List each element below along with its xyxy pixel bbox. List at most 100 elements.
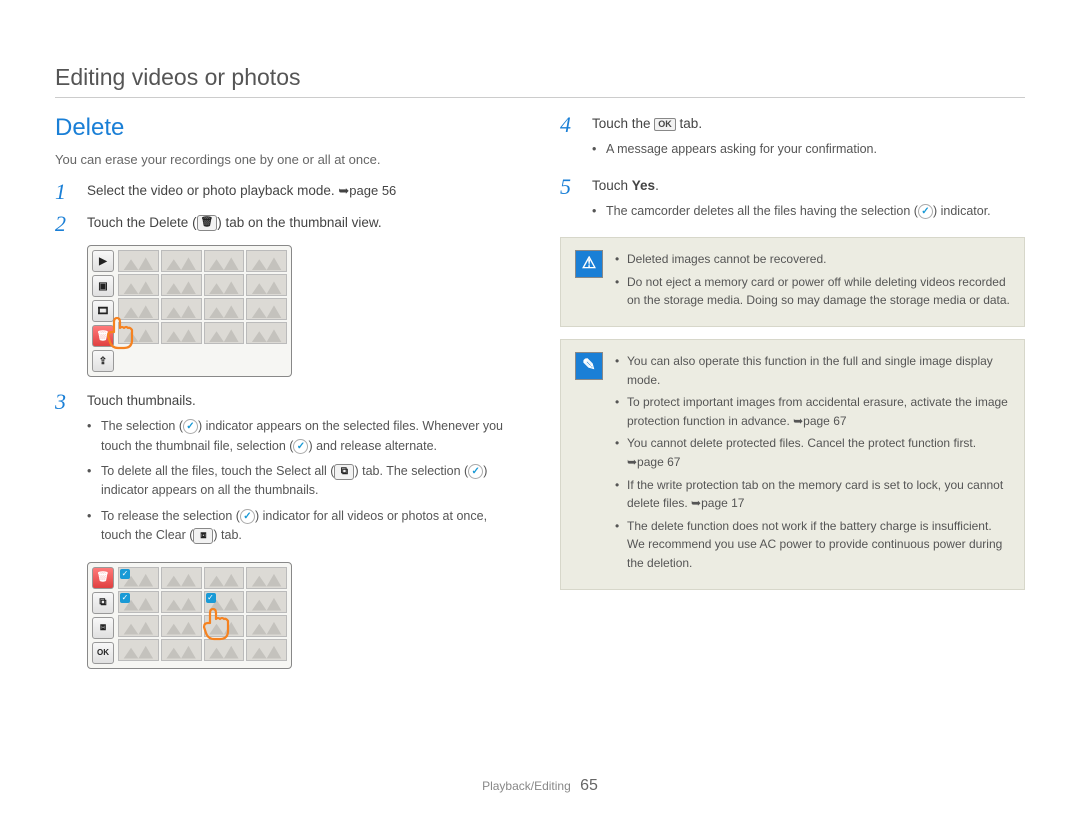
step-2: 2 Touch the Delete (🗑) tab on the thumbn… — [55, 213, 520, 235]
step-body: Touch the Delete (🗑) tab on the thumbnai… — [87, 213, 520, 235]
thumb-cell — [161, 322, 202, 344]
thumb-grid — [118, 250, 287, 372]
callout-item: To protect important images from acciden… — [615, 393, 1010, 430]
page-ref: ➥page 56 — [338, 183, 396, 198]
thumb-sidebar: ▶ ▣ 🎞 🗑 ⇪ — [92, 250, 114, 372]
thumb-cell-selected — [204, 591, 245, 613]
delete-tab-icon: 🗑 — [92, 567, 114, 589]
t: The selection ( — [101, 419, 183, 433]
note-icon: ✎ — [575, 352, 603, 380]
t: To delete all the files, touch the Selec… — [101, 464, 334, 478]
thumb-grid — [118, 567, 287, 664]
ok-icon: OK — [654, 118, 676, 131]
callout-item: You cannot delete protected files. Cance… — [615, 434, 1010, 471]
callout-list: Deleted images cannot be recovered. Do n… — [615, 250, 1010, 314]
check-icon — [183, 419, 198, 434]
thumb-cell — [204, 639, 245, 661]
step-number: 3 — [55, 391, 73, 552]
thumb-cell — [246, 250, 287, 272]
check-icon — [293, 439, 308, 454]
bullet: To release the selection () indicator fo… — [87, 507, 520, 546]
step-body: Touch thumbnails. The selection () indic… — [87, 391, 520, 552]
page-footer: Playback/Editing 65 — [0, 777, 1080, 795]
yes-label: Yes — [632, 178, 655, 193]
thumb-cell — [246, 298, 287, 320]
t: ) tab. — [213, 528, 242, 542]
thumb-cell — [161, 591, 202, 613]
thumb-cell-selected — [118, 567, 159, 589]
step-text: Touch the — [592, 116, 654, 131]
thumb-cell — [204, 322, 245, 344]
step-number: 5 — [560, 176, 578, 228]
check-icon — [240, 509, 255, 524]
step-text: tab. — [676, 116, 702, 131]
step-4: 4 Touch the OK tab. A message appears as… — [560, 114, 1025, 166]
step-bullets: The selection () indicator appears on th… — [87, 417, 520, 545]
callout-item: Deleted images cannot be recovered. — [615, 250, 1010, 269]
bullet: To delete all the files, touch the Selec… — [87, 462, 520, 501]
callout-item: If the write protection tab on the memor… — [615, 476, 1010, 513]
thumb-cell — [118, 615, 159, 637]
select-all-tab-icon: ⧉ — [92, 592, 114, 614]
step-3: 3 Touch thumbnails. The selection () ind… — [55, 391, 520, 552]
step-title: Touch thumbnails. — [87, 393, 196, 408]
delete-tab-icon: 🗑 — [92, 325, 114, 347]
thumb-cell — [246, 639, 287, 661]
thumb-cell — [118, 639, 159, 661]
step-text: ) tab on the thumbnail view. — [217, 215, 381, 230]
ok-tab-icon: OK — [92, 642, 114, 664]
thumb-cell — [118, 250, 159, 272]
thumb-cell — [161, 639, 202, 661]
t: ) tab. The selection ( — [354, 464, 468, 478]
thumb-cell — [246, 322, 287, 344]
step-body: Touch the OK tab. A message appears aski… — [592, 114, 1025, 166]
warning-callout: ⚠ Deleted images cannot be recovered. Do… — [560, 237, 1025, 327]
select-all-icon: ⧉ — [334, 464, 354, 480]
thumb-cell — [246, 615, 287, 637]
clear-tab-icon: ⧈ — [92, 617, 114, 639]
step-bullets: A message appears asking for your confir… — [592, 140, 1025, 159]
step-text: . — [655, 178, 659, 193]
thumb-cell — [161, 274, 202, 296]
page-header: Editing videos or photos — [55, 64, 1025, 98]
step-body: Touch Yes. The camcorder deletes all the… — [592, 176, 1025, 228]
callout-item: The delete function does not work if the… — [615, 517, 1010, 573]
thumbnail-view-2: 🗑 ⧉ ⧈ OK — [87, 562, 292, 669]
thumb-cell — [161, 567, 202, 589]
thumb-cell — [204, 250, 245, 272]
thumb-cell — [118, 274, 159, 296]
step-text: Touch — [592, 178, 632, 193]
thumb-cell — [161, 615, 202, 637]
thumb-cell — [246, 274, 287, 296]
step-number: 2 — [55, 213, 73, 235]
callout-list: You can also operate this function in th… — [615, 352, 1010, 577]
step-text: Touch the Delete ( — [87, 215, 197, 230]
thumb-cell — [246, 591, 287, 613]
t: The camcorder deletes all the files havi… — [606, 204, 918, 218]
step-bullets: The camcorder deletes all the files havi… — [592, 202, 1025, 221]
footer-section: Playback/Editing — [482, 779, 571, 793]
t: To release the selection ( — [101, 509, 240, 523]
film-tab-icon: 🎞 — [92, 300, 114, 322]
thumb-cell — [204, 298, 245, 320]
intro-text: You can erase your recordings one by one… — [55, 152, 520, 167]
step-5: 5 Touch Yes. The camcorder deletes all t… — [560, 176, 1025, 228]
check-icon — [468, 464, 483, 479]
section-title: Delete — [55, 114, 520, 142]
thumb-cell — [161, 298, 202, 320]
left-column: Delete You can erase your recordings one… — [55, 114, 520, 683]
thumb-cell — [161, 250, 202, 272]
check-icon — [918, 204, 933, 219]
page-number: 65 — [580, 777, 598, 794]
bullet: A message appears asking for your confir… — [592, 140, 1025, 159]
t: ) indicator. — [933, 204, 991, 218]
callout-item: You can also operate this function in th… — [615, 352, 1010, 389]
share-tab-icon: ⇪ — [92, 350, 114, 372]
step-number: 4 — [560, 114, 578, 166]
thumb-cell — [246, 567, 287, 589]
thumb-cell — [118, 322, 159, 344]
thumb-sidebar: 🗑 ⧉ ⧈ OK — [92, 567, 114, 664]
photo-tab-icon: ▣ — [92, 275, 114, 297]
callout-item: Do not eject a memory card or power off … — [615, 273, 1010, 310]
bullet: The camcorder deletes all the files havi… — [592, 202, 1025, 221]
